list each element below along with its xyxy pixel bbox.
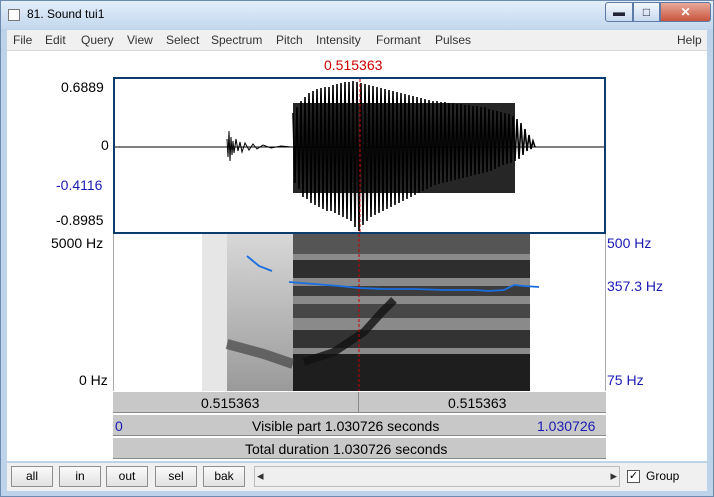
menu-spectrum[interactable]: Spectrum xyxy=(211,33,262,47)
visible-part-label: Visible part 1.030726 seconds xyxy=(252,418,440,434)
amplitude-min-label: -0.8985 xyxy=(56,212,104,228)
menu-intensity[interactable]: Intensity xyxy=(316,33,361,47)
menu-formant[interactable]: Formant xyxy=(376,33,421,47)
frequency-min-label: 0 Hz xyxy=(79,372,108,388)
scroll-right-arrow-icon[interactable]: ▸ xyxy=(610,468,617,484)
amplitude-max-label: 0.6889 xyxy=(61,79,104,95)
menu-view[interactable]: View xyxy=(127,33,153,47)
cursor-time-label: 0.515363 xyxy=(324,57,383,73)
close-button[interactable]: ✕ xyxy=(660,2,711,22)
menu-pitch[interactable]: Pitch xyxy=(276,33,303,47)
frequency-max-label: 5000 Hz xyxy=(51,235,104,251)
spectrogram-panel[interactable] xyxy=(113,234,606,391)
amplitude-cursor-label: -0.4116 xyxy=(56,177,103,193)
amplitude-zero-label: 0 xyxy=(101,137,109,153)
zoom-back-button[interactable]: bak xyxy=(203,466,245,487)
pitch-max-label: 500 Hz xyxy=(607,235,652,251)
waveform-trace xyxy=(226,80,536,232)
total-duration-label: Total duration 1.030726 seconds xyxy=(245,441,448,457)
zoom-all-button[interactable]: all xyxy=(11,466,53,487)
waveform-plot xyxy=(115,79,604,232)
menu-edit[interactable]: Edit xyxy=(45,33,66,47)
title-bar[interactable]: 81. Sound tui1 ▬ □ ✕ xyxy=(1,1,713,29)
menu-help[interactable]: Help xyxy=(677,33,702,47)
visible-part-bar[interactable]: 0 Visible part 1.030726 seconds 1.030726 xyxy=(113,414,606,436)
visible-start-label: 0 xyxy=(115,418,123,434)
waveform-panel[interactable] xyxy=(113,77,606,234)
horizontal-scrollbar[interactable]: ◂ ▸ xyxy=(254,466,620,487)
menu-file[interactable]: File xyxy=(13,33,32,47)
menu-query[interactable]: Query xyxy=(81,33,114,47)
menu-bar: File Edit Query View Select Spectrum Pit… xyxy=(7,30,707,51)
left-part-duration: 0.515363 xyxy=(201,395,260,411)
minimize-button[interactable]: ▬ xyxy=(605,2,633,22)
total-duration-bar[interactable]: Total duration 1.030726 seconds xyxy=(113,437,606,459)
selection-divider xyxy=(358,392,359,412)
group-checkbox[interactable]: ✓ xyxy=(627,470,640,483)
selection-bar[interactable]: 0.515363 0.515363 xyxy=(113,391,606,413)
scroll-left-arrow-icon[interactable]: ◂ xyxy=(257,468,264,484)
group-label: Group xyxy=(646,469,680,483)
window-title: 81. Sound tui1 xyxy=(27,7,105,21)
pitch-cursor-label: 357.3 Hz xyxy=(607,278,664,294)
app-icon xyxy=(8,9,20,21)
zoom-in-button[interactable]: in xyxy=(59,466,101,487)
menu-select[interactable]: Select xyxy=(166,33,199,47)
bottom-toolbar: all in out sel bak ◂ ▸ ✓ Group xyxy=(7,463,707,491)
editor-area: 0.515363 0.6889 0 -0.4116 -0.8985 5000 H… xyxy=(7,51,707,461)
zoom-out-button[interactable]: out xyxy=(106,466,148,487)
maximize-button[interactable]: □ xyxy=(633,2,660,22)
praat-sound-window: 81. Sound tui1 ▬ □ ✕ File Edit Query Vie… xyxy=(0,0,714,497)
menu-pulses[interactable]: Pulses xyxy=(435,33,471,47)
right-part-duration: 0.515363 xyxy=(448,395,507,411)
spectrogram-plot xyxy=(202,234,540,391)
pitch-min-label: 75 Hz xyxy=(607,372,644,388)
visible-end-label: 1.030726 xyxy=(537,418,596,434)
zoom-selection-button[interactable]: sel xyxy=(155,466,197,487)
